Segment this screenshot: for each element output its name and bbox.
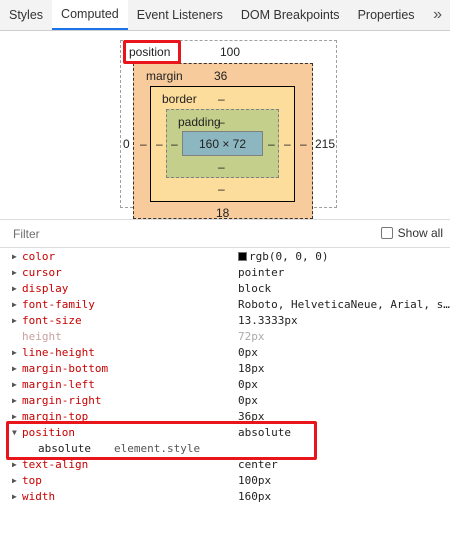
property-value: block xyxy=(238,282,272,295)
tab-computed[interactable]: Computed xyxy=(52,0,128,30)
property-name: width xyxy=(22,490,56,503)
show-all-toggle[interactable]: Show all xyxy=(380,226,443,240)
property-name: margin-right xyxy=(22,394,102,407)
border-top-value[interactable]: – xyxy=(218,92,225,106)
property-name: top xyxy=(22,474,42,487)
expand-arrow-icon[interactable]: ▶ xyxy=(12,473,17,489)
expand-arrow-icon[interactable]: ▶ xyxy=(12,393,17,409)
border-label: border xyxy=(162,92,197,106)
property-row-top[interactable]: ▶ top 100px xyxy=(0,473,450,489)
property-row-margin-bottom[interactable]: ▶ margin-bottom 18px xyxy=(0,361,450,377)
expand-arrow-icon[interactable]: ▶ xyxy=(12,457,17,473)
property-row-margin-right[interactable]: ▶ margin-right 0px xyxy=(0,393,450,409)
expand-arrow-icon[interactable]: ▶ xyxy=(12,281,17,297)
box-model-diagram: 160 × 72 position 100 0 215 margin 36 18… xyxy=(0,31,450,219)
expand-arrow-icon[interactable]: ▶ xyxy=(12,489,17,505)
property-name: margin-bottom xyxy=(22,362,109,375)
property-row-margin-left[interactable]: ▶ margin-left 0px xyxy=(0,377,450,393)
position-left-value[interactable]: 0 xyxy=(123,137,130,151)
property-row-font-family[interactable]: ▶ font-family Roboto, HelveticaNeue, Ari… xyxy=(0,297,450,313)
property-value: 0px xyxy=(238,346,258,359)
expand-arrow-icon[interactable]: ▶ xyxy=(12,345,17,361)
property-value: rgb(0, 0, 0) xyxy=(238,249,328,265)
property-name: font-family xyxy=(22,298,95,311)
property-value: 0px xyxy=(238,394,258,407)
position-right-value[interactable]: 215 xyxy=(315,137,335,151)
expand-arrow-icon[interactable]: ▶ xyxy=(12,265,17,281)
property-name: display xyxy=(22,282,69,295)
border-right-value[interactable]: – xyxy=(284,137,291,151)
margin-top-value[interactable]: 36 xyxy=(214,69,227,83)
expand-arrow-icon[interactable]: ▶ xyxy=(12,313,17,329)
tab-properties[interactable]: Properties xyxy=(349,0,424,30)
margin-left-value[interactable]: – xyxy=(140,137,147,151)
box-model-content-box[interactable]: 160 × 72 xyxy=(182,131,263,156)
property-name: color xyxy=(22,250,56,263)
border-left-value[interactable]: – xyxy=(156,137,163,151)
position-label-highlight xyxy=(123,40,181,64)
padding-bottom-value[interactable]: – xyxy=(218,160,225,174)
margin-right-value[interactable]: – xyxy=(300,137,307,151)
padding-left-value[interactable]: – xyxy=(171,137,178,151)
margin-bottom-value[interactable]: 18 xyxy=(216,206,229,219)
property-row-display[interactable]: ▶ display block xyxy=(0,281,450,297)
more-tabs-icon[interactable]: » xyxy=(425,0,450,30)
property-name: text-align xyxy=(22,458,89,471)
filter-input[interactable] xyxy=(13,226,313,241)
property-name: line-height xyxy=(22,346,95,359)
property-value-text: rgb(0, 0, 0) xyxy=(249,250,329,263)
property-value: 72px xyxy=(238,330,265,343)
property-value: pointer xyxy=(238,266,285,279)
border-bottom-value[interactable]: – xyxy=(218,182,225,196)
position-row-highlight xyxy=(6,421,317,460)
property-row-text-align[interactable]: ▶ text-align center xyxy=(0,457,450,473)
property-value: 160px xyxy=(238,490,272,503)
property-value: 13.3333px xyxy=(238,314,298,327)
color-swatch-icon[interactable] xyxy=(238,252,247,261)
property-name: height xyxy=(22,330,62,343)
padding-top-value[interactable]: – xyxy=(218,115,225,129)
padding-right-value[interactable]: – xyxy=(268,137,275,151)
position-top-value[interactable]: 100 xyxy=(220,45,240,59)
property-name: font-size xyxy=(22,314,82,327)
devtools-tab-bar: Styles Computed Event Listeners DOM Brea… xyxy=(0,0,450,31)
property-name: cursor xyxy=(22,266,62,279)
expand-arrow-icon[interactable]: ▶ xyxy=(12,249,17,265)
property-value: 18px xyxy=(238,362,265,375)
property-value: center xyxy=(238,458,278,471)
expand-arrow-icon[interactable]: ▶ xyxy=(12,377,17,393)
property-row-cursor[interactable]: ▶ cursor pointer xyxy=(0,265,450,281)
property-value: Roboto, HelveticaNeue, Arial, s… xyxy=(238,298,450,311)
computed-properties-list: ▶ color rgb(0, 0, 0) ▶ cursor pointer ▶ … xyxy=(0,249,450,505)
filter-bar: Show all xyxy=(0,219,450,248)
tab-event-listeners[interactable]: Event Listeners xyxy=(128,0,232,30)
margin-label: margin xyxy=(146,69,183,83)
show-all-label: Show all xyxy=(397,226,443,240)
tab-dom-breakpoints[interactable]: DOM Breakpoints xyxy=(232,0,349,30)
tab-styles[interactable]: Styles xyxy=(0,0,52,30)
property-row-height[interactable]: height 72px xyxy=(0,329,450,345)
expand-arrow-icon[interactable]: ▶ xyxy=(12,361,17,377)
show-all-checkbox[interactable] xyxy=(380,227,393,239)
property-value: 100px xyxy=(238,474,272,487)
property-row-line-height[interactable]: ▶ line-height 0px xyxy=(0,345,450,361)
padding-label: padding xyxy=(178,115,221,129)
content-size-label: 160 × 72 xyxy=(198,136,247,151)
expand-arrow-icon[interactable]: ▶ xyxy=(12,297,17,313)
property-group-position: ▼ position absolute absolute element.sty… xyxy=(0,421,450,460)
property-row-width[interactable]: ▶ width 160px xyxy=(0,489,450,505)
property-value: 0px xyxy=(238,378,258,391)
property-name: margin-left xyxy=(22,378,95,391)
property-row-font-size[interactable]: ▶ font-size 13.3333px xyxy=(0,313,450,329)
property-row-color[interactable]: ▶ color rgb(0, 0, 0) xyxy=(0,249,450,265)
